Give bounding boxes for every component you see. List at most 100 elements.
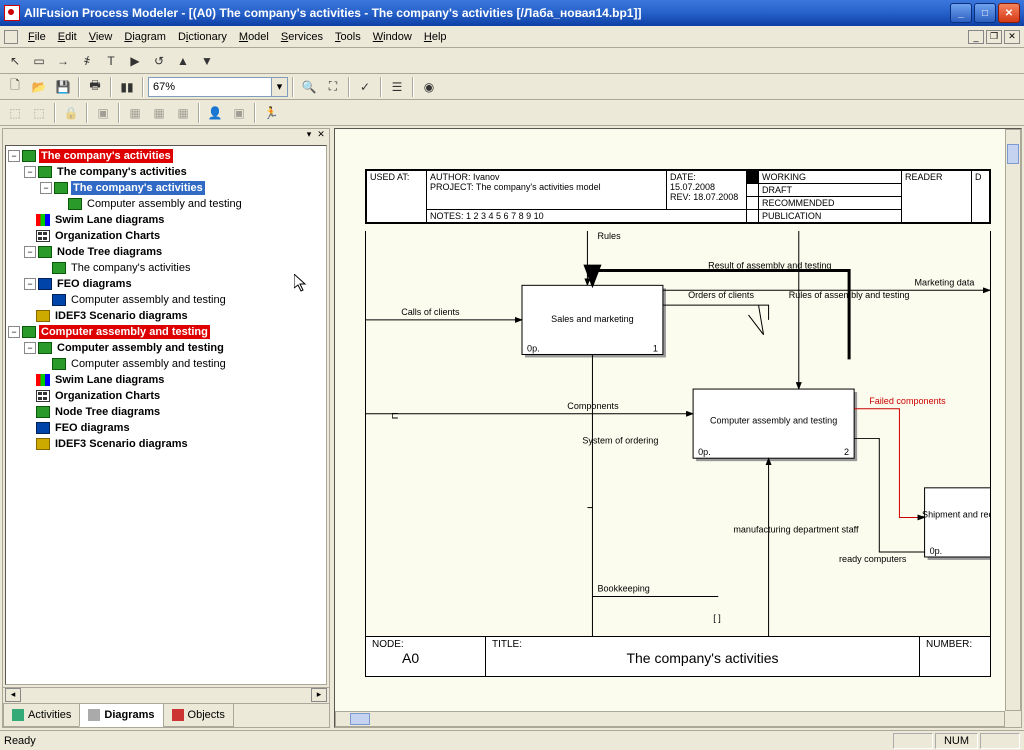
swirl-button[interactable]: ◉ [418,76,440,98]
svg-text:Sales and marketing: Sales and marketing [551,314,634,324]
svg-text:Marketing data: Marketing data [915,277,975,287]
tree-item[interactable]: Computer assembly and testing [6,356,326,372]
tree-item-root[interactable]: −The company's activities [6,148,326,164]
tree-item[interactable]: Organization Charts [6,228,326,244]
model-explorer-button[interactable]: ☰ [386,76,408,98]
new-button[interactable]: 🗋 [4,76,26,98]
tree-item[interactable]: Organization Charts [6,388,326,404]
zoom-select[interactable]: 67% ▾ [148,77,288,97]
menu-view[interactable]: View [83,29,119,45]
play-tool[interactable]: ▶ [124,50,146,72]
svg-text:Result of assembly and testing: Result of assembly and testing [708,261,831,271]
tree-item[interactable]: IDEF3 Scenario diagrams [6,436,326,452]
toolbar-tools: ↖ ▭ → ҂ T ▶ ↺ ▲ ▼ [0,48,1024,74]
tree-item-selected[interactable]: −The company's activities [6,180,326,196]
status-num: NUM [935,733,978,749]
tree-item[interactable]: The company's activities [6,260,326,276]
up-tool[interactable]: ▲ [172,50,194,72]
horizontal-scrollbar[interactable] [335,711,1005,727]
tree-item[interactable]: Computer assembly and testing [6,292,326,308]
model-explorer: ▾ ✕ −The company's activities −The compa… [2,128,330,728]
print-button[interactable]: 🖶 [84,76,106,98]
tab-diagrams[interactable]: Diagrams [79,704,163,727]
sidebar-tabs: Activities Diagrams Objects [3,703,329,727]
tab-objects[interactable]: Objects [163,704,234,727]
menu-edit[interactable]: Edit [52,29,83,45]
pointer-tool[interactable]: ↖ [4,50,26,72]
menu-file[interactable]: File [22,29,52,45]
text-tool[interactable]: T [100,50,122,72]
tree-item[interactable]: IDEF3 Scenario diagrams [6,308,326,324]
menu-model[interactable]: Model [233,29,275,45]
svg-text:Rules of assembly and testing: Rules of assembly and testing [789,290,910,300]
down-tool[interactable]: ▼ [196,50,218,72]
vertical-scrollbar[interactable] [1005,129,1021,711]
svg-text:ready computers: ready computers [839,554,907,564]
menu-services[interactable]: Services [275,29,329,45]
menu-window[interactable]: Window [367,29,418,45]
minimize-button[interactable]: _ [950,3,972,23]
svg-text:Computer assembly and testing: Computer assembly and testing [710,416,837,426]
sidebar-close-icon[interactable]: ✕ [315,129,327,141]
save-button[interactable]: 💾 [52,76,74,98]
titlebar: AllFusion Process Modeler - [(A0) The co… [0,0,1024,26]
tree-item[interactable]: Node Tree diagrams [6,404,326,420]
menu-tools[interactable]: Tools [329,29,367,45]
svg-text:0р.: 0р. [527,344,540,354]
tree-item[interactable]: −Computer assembly and testing [6,340,326,356]
toolbar-standard: 🗋 📂 💾 🖶 ▮▮ 67% ▾ 🔍 ⛶ ✓ ☰ ◉ [0,74,1024,100]
zoom-fit-icon[interactable]: ⛶ [322,76,344,98]
tree-item[interactable]: −The company's activities [6,164,326,180]
zoom-in-icon[interactable]: 🔍 [298,76,320,98]
tab-activities[interactable]: Activities [3,704,80,727]
window-title: AllFusion Process Modeler - [(A0) The co… [24,6,950,20]
tree-item-root2[interactable]: −Computer assembly and testing [6,324,326,340]
svg-text:Orders of clients: Orders of clients [688,290,754,300]
tree-item[interactable]: Swim Lane diagrams [6,372,326,388]
mm-lock[interactable]: 🔒 [60,102,82,124]
menu-help[interactable]: Help [418,29,453,45]
tree-item[interactable]: −Node Tree diagrams [6,244,326,260]
mm-run-icon[interactable]: 🏃 [260,102,282,124]
activity-tool[interactable]: ▭ [28,50,50,72]
spellcheck-button[interactable]: ✓ [354,76,376,98]
tree-item[interactable]: Swim Lane diagrams [6,212,326,228]
svg-text:Bookkeeping: Bookkeeping [597,584,649,594]
svg-text:Failed components: Failed components [869,396,946,406]
close-button[interactable]: ✕ [998,3,1020,23]
mdi-close[interactable]: ✕ [1004,30,1020,44]
mm-btn4[interactable]: ▦ [124,102,146,124]
diagram-footer: NODE:A0 TITLE:The company's activities N… [365,637,991,677]
mdi-minimize[interactable]: _ [968,30,984,44]
undo-button[interactable]: ↺ [148,50,170,72]
status-cell [893,733,933,749]
mdi-restore[interactable]: ❐ [986,30,1002,44]
tree-item[interactable]: Computer assembly and testing [6,196,326,212]
palette-button[interactable]: ▮▮ [116,76,138,98]
status-cell [980,733,1020,749]
squiggle-tool[interactable]: ҂ [76,50,98,72]
diagram-canvas[interactable]: USED AT: AUTHOR: Ivanov PROJECT: The com… [334,128,1022,728]
mm-person-icon[interactable]: 👤 [204,102,226,124]
mm-btn6[interactable]: ▦ [172,102,194,124]
mm-btn3[interactable]: ▣ [92,102,114,124]
mm-btn7[interactable]: ▣ [228,102,250,124]
tree-view[interactable]: −The company's activities −The company's… [5,145,327,685]
svg-text:2: 2 [844,447,849,457]
sidebar-dock-icon[interactable]: ▾ [303,129,315,141]
tree-item[interactable]: −FEO diagrams [6,276,326,292]
hdr-pub: PUBLICATION [759,210,902,223]
mm-btn1[interactable]: ⬚ [4,102,26,124]
toolbar-modelmart: ⬚ ⬚ 🔒 ▣ ▦ ▦ ▦ 👤 ▣ 🏃 [0,100,1024,126]
maximize-button[interactable]: □ [974,3,996,23]
menu-dictionary[interactable]: Dictionary [172,29,233,45]
menu-diagram[interactable]: Diagram [118,29,172,45]
tree-hscroll[interactable]: ◂▸ [3,687,329,703]
arrow-tool[interactable]: → [52,50,74,72]
hdr-draft: DRAFT [759,184,902,197]
open-button[interactable]: 📂 [28,76,50,98]
mm-btn5[interactable]: ▦ [148,102,170,124]
mm-btn2[interactable]: ⬚ [28,102,50,124]
hdr-working: WORKING [759,171,902,184]
tree-item[interactable]: FEO diagrams [6,420,326,436]
